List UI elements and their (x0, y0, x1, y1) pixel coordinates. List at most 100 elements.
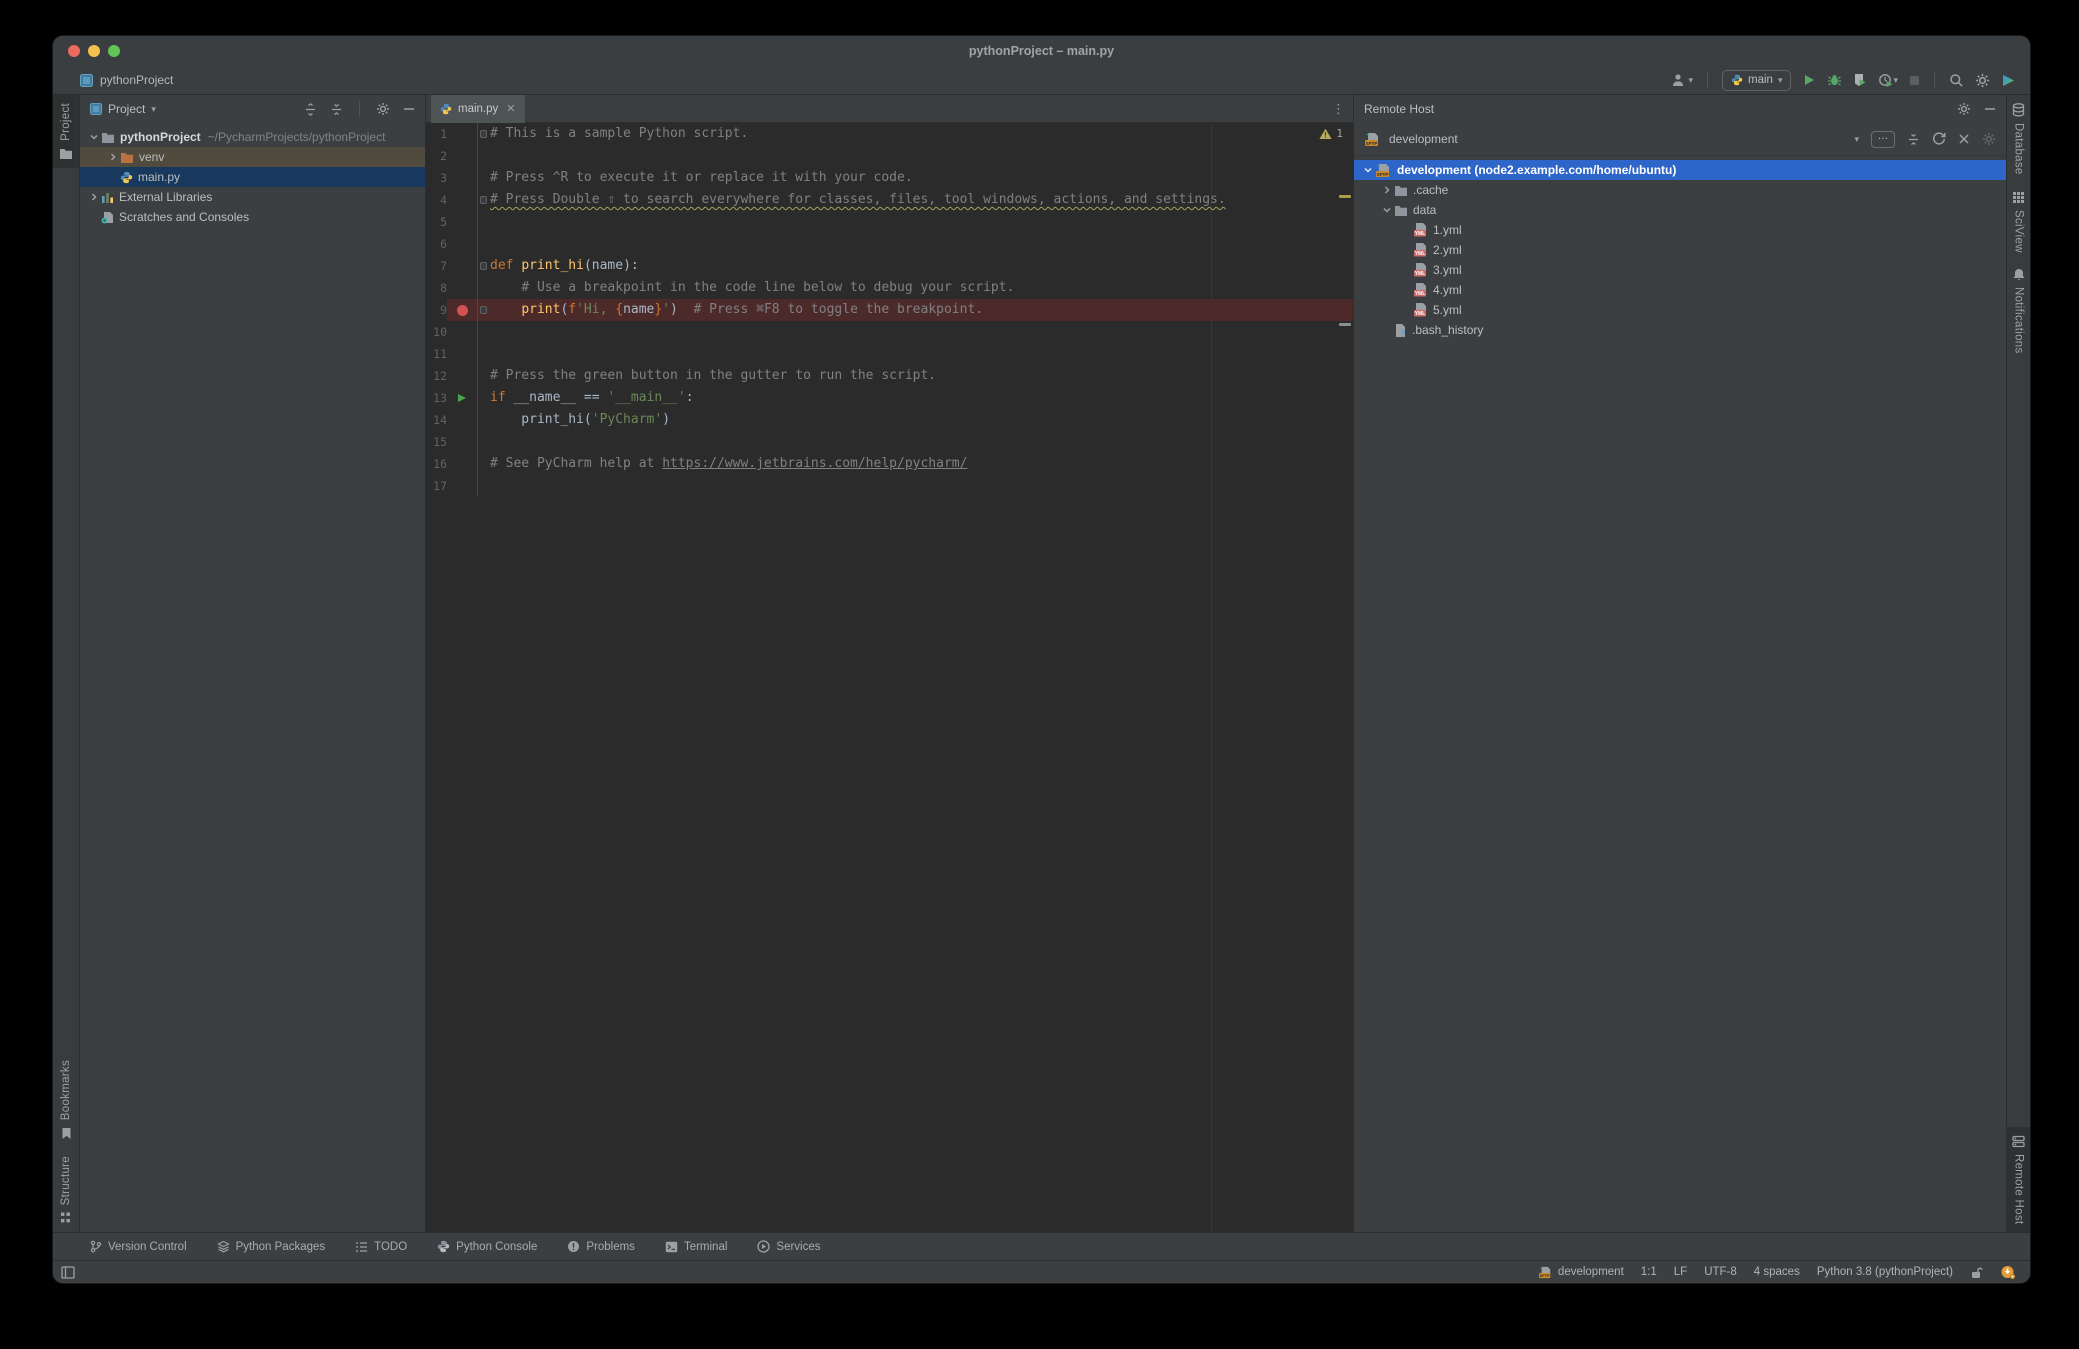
fold-column[interactable] (477, 123, 490, 145)
tree-row[interactable]: YML 5.yml (1354, 300, 2006, 320)
line-number[interactable]: 15 (426, 431, 447, 453)
status-indent[interactable]: 4 spaces (1754, 1266, 1800, 1278)
chevron-right-icon[interactable] (1380, 185, 1394, 195)
close-icon[interactable] (1958, 133, 1970, 145)
remote-server-name[interactable]: development (1389, 132, 1458, 146)
code-line-8[interactable]: 8 # Use a breakpoint in the code line be… (426, 277, 1353, 299)
gutter-icon-area[interactable] (447, 211, 477, 233)
gutter-icon-area[interactable] (447, 167, 477, 189)
line-number[interactable]: 12 (426, 365, 447, 387)
code-line-6[interactable]: 6 (426, 233, 1353, 255)
line-number[interactable]: 4 (426, 189, 447, 211)
tool-window-button-remote-host[interactable]: Remote Host (2007, 1126, 2030, 1232)
tool-window-button-problems[interactable]: Problems (567, 1240, 635, 1253)
line-number[interactable]: 2 (426, 145, 447, 167)
breakpoint-icon[interactable] (457, 305, 468, 316)
tool-window-button-python-console[interactable]: Python Console (437, 1240, 537, 1253)
tool-window-button-services[interactable]: Services (757, 1240, 821, 1253)
line-number[interactable]: 9 (426, 299, 447, 321)
tool-window-button-notifications[interactable]: Notifications (2007, 260, 2030, 362)
fold-marker-icon[interactable] (480, 262, 487, 270)
project-panel-title[interactable]: Project (108, 102, 145, 116)
status-encoding[interactable]: UTF-8 (1704, 1266, 1737, 1278)
title-bar[interactable]: pythonProject – main.py (53, 36, 2030, 66)
line-number[interactable]: 13 (426, 387, 447, 409)
debug-button[interactable] (1827, 73, 1842, 87)
gutter-icon-area[interactable] (447, 321, 477, 343)
lock-icon[interactable] (1970, 1266, 1983, 1279)
tree-row[interactable]: YML 4.yml (1354, 280, 2006, 300)
gutter-icon-area[interactable] (447, 145, 477, 167)
fold-column[interactable] (477, 189, 490, 211)
fold-column[interactable] (477, 255, 490, 277)
settings-gear-icon[interactable] (1975, 73, 1990, 88)
code-line-12[interactable]: 12 # Press the green button in the gutter… (426, 365, 1353, 387)
tree-row[interactable]: YML 2.yml (1354, 240, 2006, 260)
gutter-icon-area[interactable] (447, 453, 477, 475)
line-number[interactable]: 3 (426, 167, 447, 189)
close-window-button[interactable] (68, 45, 80, 57)
line-number[interactable]: 14 (426, 409, 447, 431)
line-number[interactable]: 16 (426, 453, 447, 475)
collapse-all-icon[interactable] (330, 103, 343, 116)
remote-options-gear-icon[interactable] (1957, 102, 1971, 116)
update-notification-icon[interactable] (2000, 1265, 2016, 1280)
tree-row[interactable]: data (1354, 200, 2006, 220)
status-caret-position[interactable]: 1:1 (1641, 1266, 1657, 1278)
code-line-2[interactable]: 2 (426, 145, 1353, 167)
line-number[interactable]: 5 (426, 211, 447, 233)
fold-marker-icon[interactable] (480, 130, 487, 138)
stop-button[interactable] (1909, 75, 1920, 86)
hide-panel-icon[interactable] (1984, 103, 1996, 115)
tree-row[interactable]: YML 3.yml (1354, 260, 2006, 280)
code-line-11[interactable]: 11 (426, 343, 1353, 365)
line-number[interactable]: 7 (426, 255, 447, 277)
browse-remote-hosts-button[interactable]: … (1871, 130, 1895, 148)
gutter-icon-area[interactable] (447, 475, 477, 497)
gutter-icon-area[interactable] (447, 255, 477, 277)
status-line-separator[interactable]: LF (1674, 1266, 1687, 1278)
tool-window-button-structure[interactable]: Structure (53, 1148, 79, 1232)
chevron-down-icon[interactable] (87, 132, 101, 142)
breadcrumb[interactable]: pythonProject (80, 73, 173, 87)
tool-window-button-project[interactable]: Project (53, 95, 79, 168)
tree-row[interactable]: Scratches and Consoles (80, 207, 425, 227)
status-interpreter[interactable]: Python 3.8 (pythonProject) (1817, 1266, 1953, 1278)
code-line-4[interactable]: 4 # Press Double ⇧ to search everywhere f… (426, 189, 1353, 211)
line-number[interactable]: 6 (426, 233, 447, 255)
gutter-icon-area[interactable] (447, 123, 477, 145)
tree-row[interactable]: venv (80, 147, 425, 167)
gutter-icon-area[interactable] (447, 409, 477, 431)
gutter-icon-area[interactable] (447, 189, 477, 211)
tool-window-button-todo[interactable]: TODO (355, 1241, 407, 1253)
tool-window-button-version-control[interactable]: Version Control (90, 1240, 187, 1253)
chevron-down-icon[interactable] (1380, 205, 1394, 215)
tool-window-button-database[interactable]: Database (2007, 95, 2030, 183)
tool-window-button-bookmarks[interactable]: Bookmarks (53, 1052, 79, 1147)
gutter-icon-area[interactable] (447, 299, 477, 321)
run-button[interactable] (1802, 73, 1816, 87)
line-number[interactable]: 1 (426, 123, 447, 145)
editor-options-kebab-icon[interactable]: ⋮ (1332, 101, 1345, 117)
tool-window-button-terminal[interactable]: Terminal (665, 1241, 727, 1253)
code-line-13[interactable]: 13 if __name__ == '__main__': (426, 387, 1353, 409)
chevron-right-icon[interactable] (106, 152, 120, 162)
line-number[interactable]: 17 (426, 475, 447, 497)
code-line-14[interactable]: 14 print_hi('PyCharm') (426, 409, 1353, 431)
zoom-window-button[interactable] (108, 45, 120, 57)
run-configuration-select[interactable]: main ▾ (1722, 69, 1792, 91)
code-line-10[interactable]: 10 (426, 321, 1353, 343)
refresh-icon[interactable] (1932, 132, 1946, 146)
code-line-9[interactable]: 9 print(f'Hi, {name}') # Press ⌘F8 to to… (426, 299, 1353, 321)
collapse-all-icon[interactable] (1907, 133, 1920, 146)
line-number[interactable]: 8 (426, 277, 447, 299)
tree-row[interactable]: ? .bash_history (1354, 320, 2006, 340)
gutter-icon-area[interactable] (447, 365, 477, 387)
chevron-down-icon[interactable]: ▾ (151, 104, 156, 115)
code-area[interactable]: 1 1 # This is a sample Python script. 2 3 # … (426, 123, 1353, 1232)
fold-column[interactable] (477, 299, 490, 321)
tree-row[interactable]: YML 1.yml (1354, 220, 2006, 240)
code-line-7[interactable]: 7 def print_hi(name): (426, 255, 1353, 277)
tool-window-button-sciview[interactable]: SciView (2007, 183, 2030, 261)
chevron-down-icon[interactable]: ▾ (1854, 134, 1859, 145)
